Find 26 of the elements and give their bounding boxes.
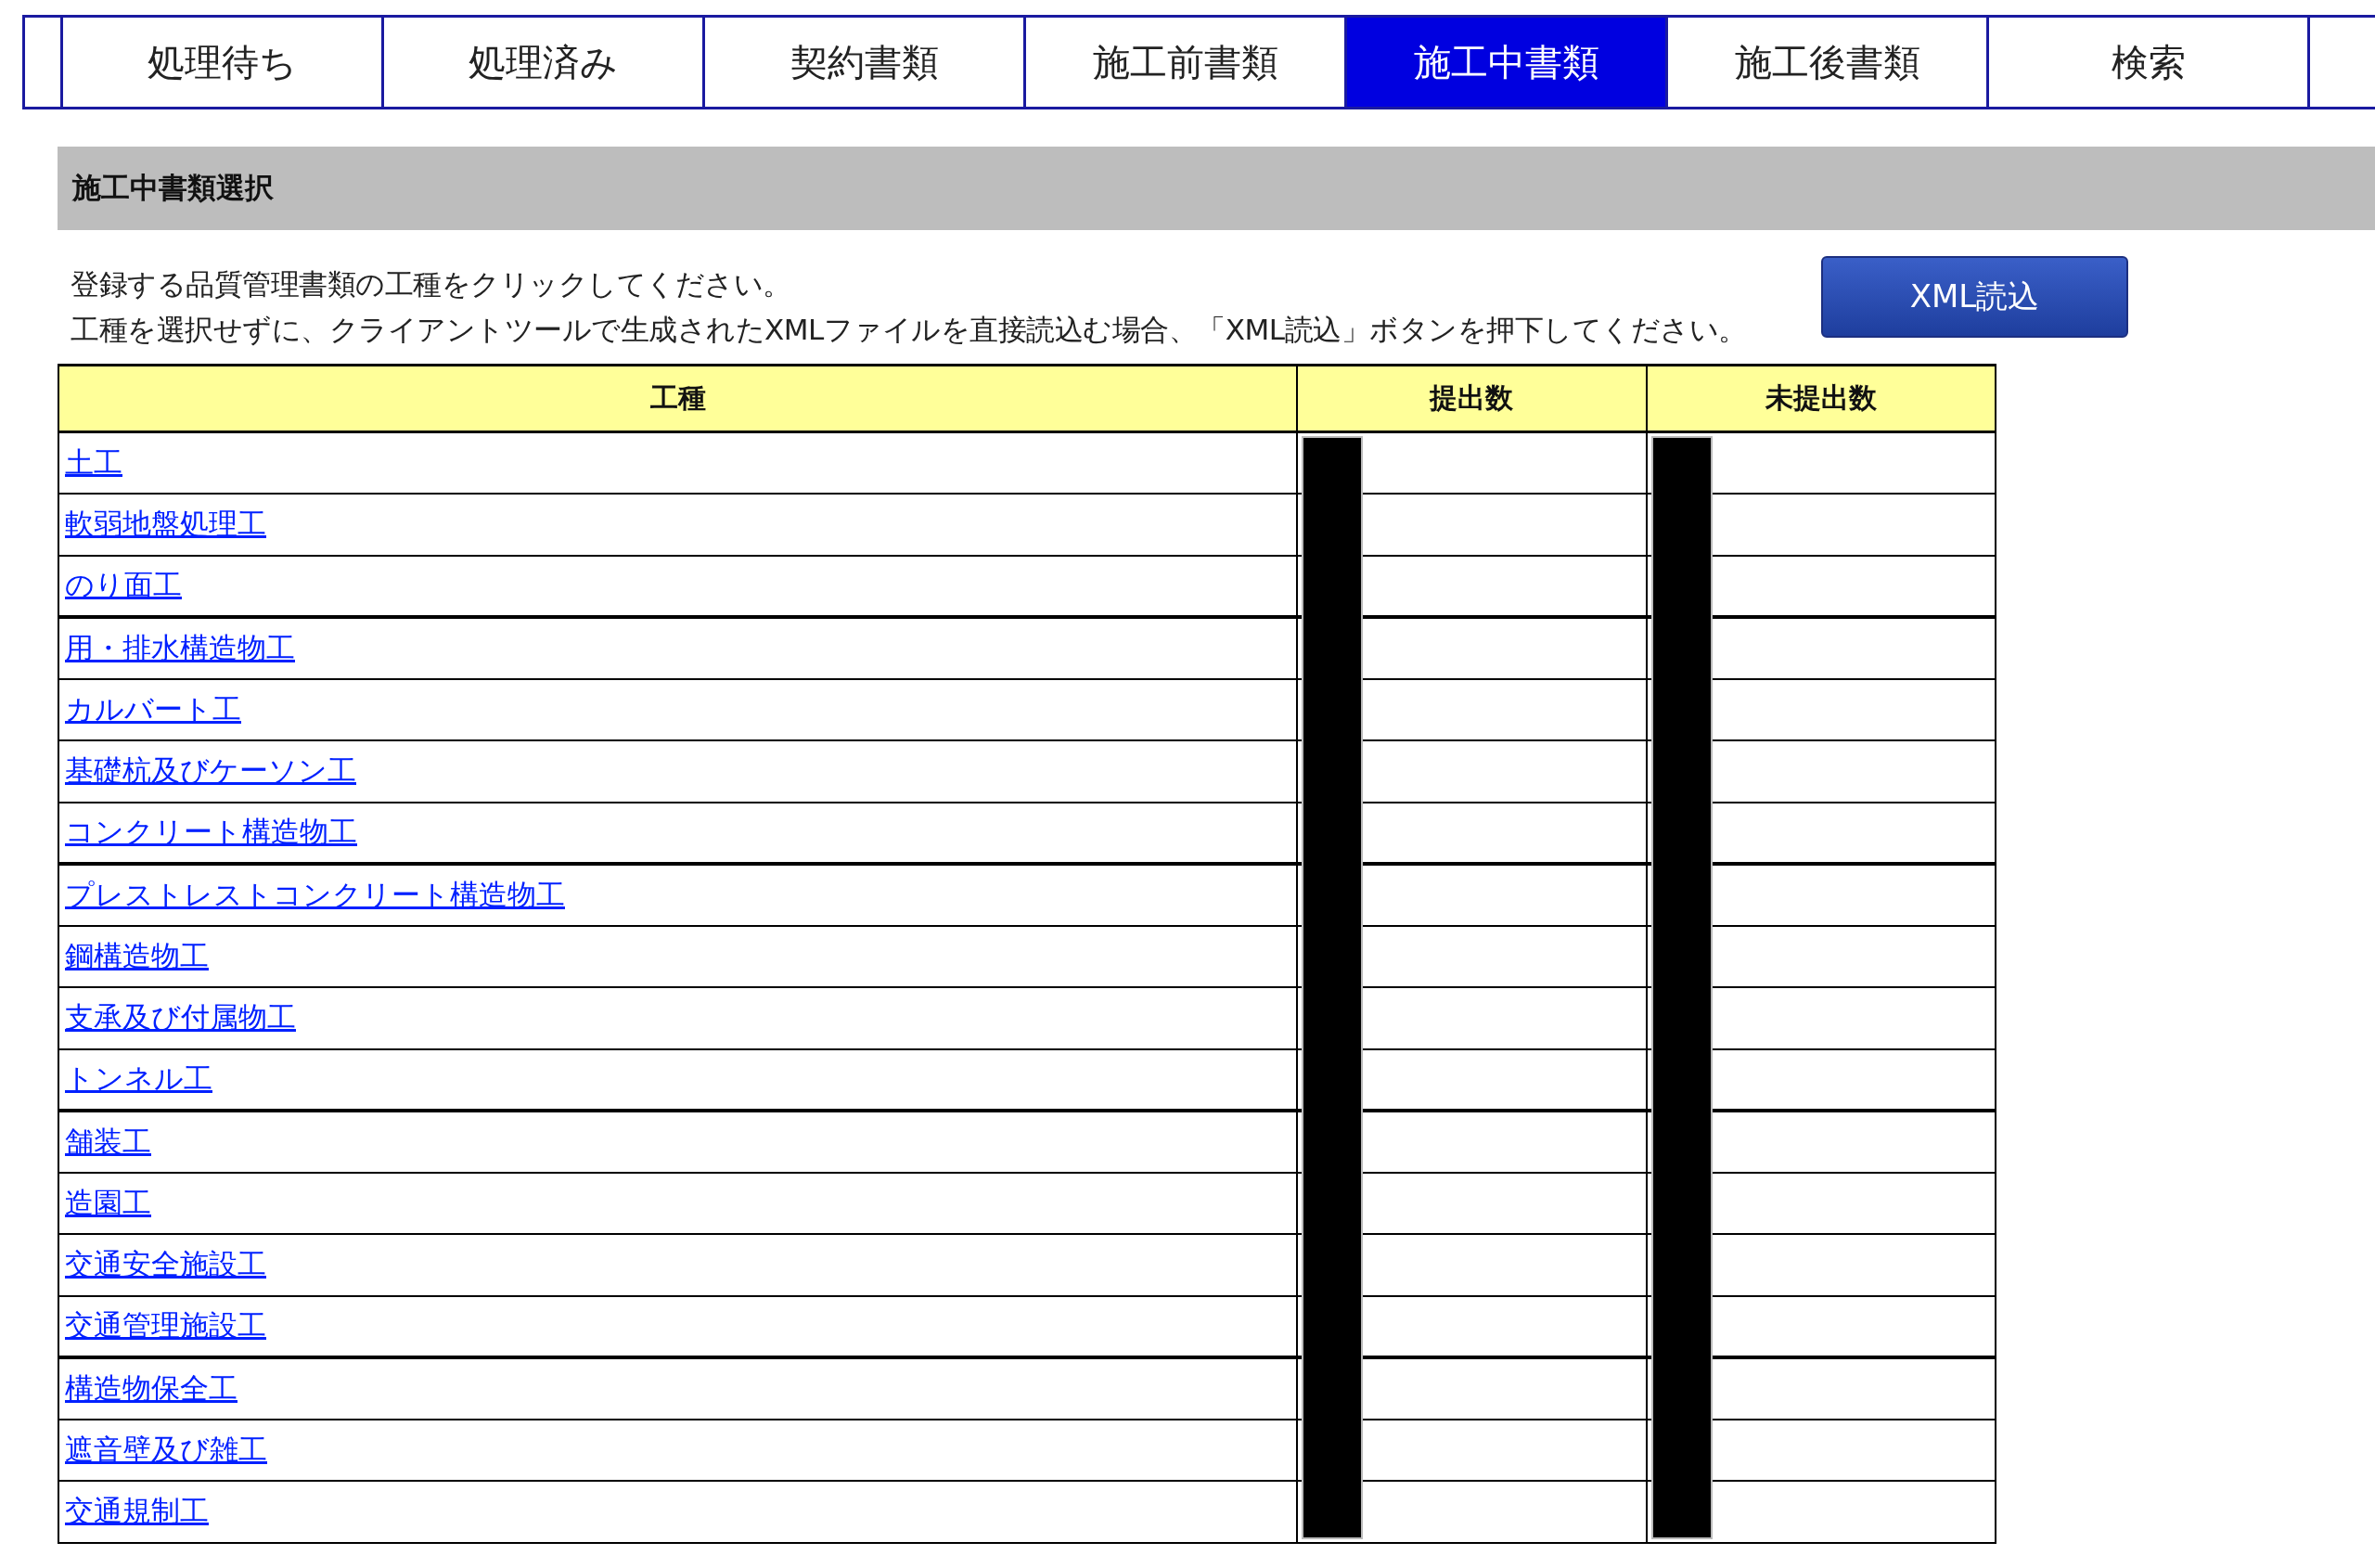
column-header: 未提出数 — [1646, 365, 1996, 432]
work-type-link[interactable]: 構造物保全工 — [65, 1370, 238, 1405]
instruction-text: 登録する品質管理書類の工種をクリックしてください。 — [71, 266, 792, 302]
work-type-link[interactable]: 遮音壁及び雑工 — [65, 1432, 267, 1466]
work-type-link[interactable]: 鋼構造物工 — [65, 938, 209, 972]
work-type-link[interactable]: 交通規制工 — [65, 1494, 209, 1528]
work-type-link[interactable]: 造園工 — [65, 1185, 151, 1219]
work-type-link[interactable]: 軟弱地盤処理工 — [65, 507, 266, 541]
work-type-link[interactable]: 土工 — [65, 445, 122, 479]
instruction-text: 工種を選択せずに、クライアントツールで生成されたXMLファイルを直接読込む場合、「XML読込」ボタンを押下してください。 — [71, 312, 1747, 348]
work-type-link[interactable]: プレストレストコンクリート構造物工 — [65, 877, 565, 911]
work-type-link[interactable]: 交通管理施設工 — [65, 1308, 266, 1343]
column-header: 工種 — [58, 365, 1297, 432]
work-type-link[interactable]: 交通安全施設工 — [65, 1247, 266, 1281]
tab[interactable]: 施工中書類 — [1347, 18, 1668, 107]
work-type-link[interactable]: カルバート工 — [65, 691, 241, 726]
work-type-link[interactable]: 基礎杭及びケーソン工 — [65, 753, 356, 788]
work-type-link[interactable]: 舗装工 — [65, 1124, 151, 1158]
xml-import-button[interactable]: XML読込 — [1821, 256, 2128, 338]
section-title: 施工中書類選択 — [72, 170, 274, 206]
work-type-link[interactable]: のり面工 — [65, 568, 182, 602]
column-header: 提出数 — [1297, 365, 1647, 432]
work-type-link[interactable]: 用・排水構造物工 — [65, 630, 295, 664]
work-type-link[interactable]: 支承及び付属物工 — [65, 1000, 296, 1035]
work-type-link[interactable]: トンネル工 — [65, 1061, 212, 1096]
work-type-link[interactable]: コンクリート構造物工 — [65, 815, 357, 849]
